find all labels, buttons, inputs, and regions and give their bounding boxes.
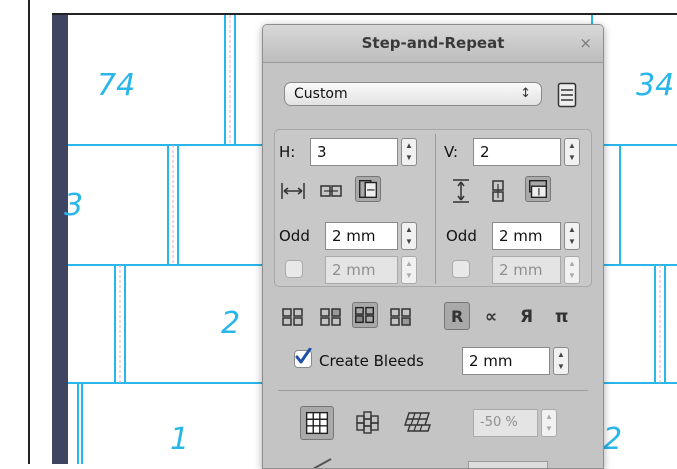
close-icon[interactable]: ×: [579, 34, 592, 52]
page-top-border: [52, 13, 677, 15]
horizontal-odd-field[interactable]: 2 mm: [325, 222, 398, 250]
rotate-180-button[interactable]: Я: [520, 307, 533, 327]
vertical-gap-icon[interactable]: [485, 178, 511, 204]
pattern-row-offset-icon[interactable]: [401, 408, 433, 438]
horizontal-overlap-icon[interactable]: [355, 176, 381, 202]
document-edge-line: [28, 0, 30, 464]
order-grid-icon[interactable]: [280, 304, 306, 330]
vertical-spread-icon[interactable]: [448, 178, 474, 204]
rotate-270-button[interactable]: π: [555, 307, 568, 327]
pattern-column-offset-icon[interactable]: [353, 408, 383, 438]
checkmark-icon: [295, 348, 312, 364]
brick-number: 74: [97, 68, 136, 103]
horizontal-gap-icon[interactable]: [318, 178, 344, 204]
offset-stepper[interactable]: ▲ ▼: [541, 409, 557, 437]
pattern-grid-icon[interactable]: [300, 406, 334, 440]
order-alternate-icon[interactable]: [388, 304, 414, 330]
brick-number: 3: [64, 188, 84, 223]
horizontal-extra-stepper[interactable]: ▲ ▼: [401, 256, 417, 284]
vertical-count-label: V:: [444, 143, 459, 161]
vertical-odd-field[interactable]: 2 mm: [492, 222, 561, 250]
document-left-bar: [52, 14, 68, 464]
vertical-overlap-icon[interactable]: [525, 176, 551, 202]
brick-number: 34: [636, 68, 675, 103]
chevron-updown-icon: ↕: [520, 86, 531, 101]
horizontal-count-label: H:: [279, 143, 296, 161]
vertical-extra-stepper[interactable]: ▲ ▼: [564, 256, 580, 284]
vertical-extra-checkbox[interactable]: [452, 260, 470, 278]
create-bleeds-checkbox[interactable]: [294, 348, 312, 368]
order-columns-icon[interactable]: [352, 302, 378, 328]
preset-select-value: Custom: [294, 86, 348, 102]
brick-number: 2: [603, 422, 623, 457]
panel-separator: [278, 390, 588, 391]
partial-field: [468, 461, 548, 468]
rotate-90-button[interactable]: ∝: [485, 307, 497, 327]
horizontal-odd-stepper[interactable]: ▲ ▼: [401, 222, 417, 250]
order-rows-icon[interactable]: [318, 304, 344, 330]
panel-titlebar[interactable]: Step-and-Repeat ×: [263, 25, 603, 63]
bleed-amount-field[interactable]: 2 mm: [462, 347, 550, 375]
brick-number: 2: [221, 306, 241, 341]
section-divider: [435, 134, 436, 284]
vertical-count-field[interactable]: 2: [473, 138, 561, 166]
brick-number: 1: [170, 422, 190, 457]
horizontal-count-stepper[interactable]: ▲ ▼: [401, 138, 417, 166]
save-preset-icon[interactable]: [557, 82, 577, 108]
horizontal-odd-label: Odd: [279, 227, 310, 245]
bleed-amount-stepper[interactable]: ▲ ▼: [553, 347, 569, 375]
horizontal-count-field[interactable]: 3: [310, 138, 398, 166]
vertical-extra-field[interactable]: 2 mm: [492, 256, 561, 284]
step-and-repeat-panel: Step-and-Repeat × Custom ↕ H: 3 ▲ ▼ V: 2 …: [262, 24, 604, 469]
horizontal-extra-field[interactable]: 2 mm: [325, 256, 398, 284]
rotate-normal-label: R: [451, 307, 464, 326]
rotate-normal-button[interactable]: R: [444, 302, 470, 330]
offset-field[interactable]: -50 %: [473, 409, 538, 437]
panel-title: Step-and-Repeat: [361, 34, 505, 52]
vertical-count-stepper[interactable]: ▲ ▼: [564, 138, 580, 166]
preset-select[interactable]: Custom ↕: [284, 82, 542, 106]
partial-tool-icon: [312, 458, 332, 468]
vertical-odd-stepper[interactable]: ▲ ▼: [564, 222, 580, 250]
horizontal-spread-icon[interactable]: [280, 178, 306, 204]
create-bleeds-label: Create Bleeds: [319, 352, 424, 370]
horizontal-extra-checkbox[interactable]: [285, 260, 303, 278]
vertical-odd-label: Odd: [446, 227, 477, 245]
